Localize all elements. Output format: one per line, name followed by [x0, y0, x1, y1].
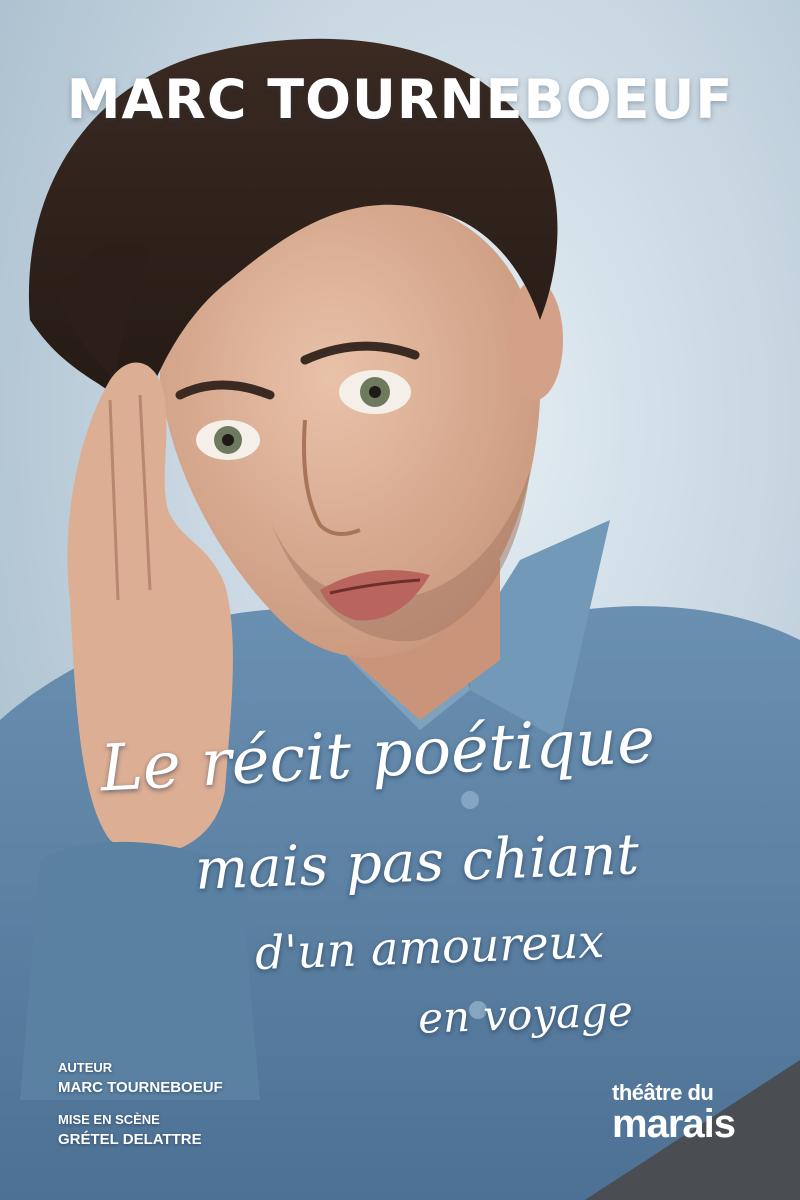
poster: MARC TOURNEBOEUF Le récit poétique mais …: [0, 0, 800, 1200]
venue-logo-line-1: théâtre du: [612, 1080, 714, 1105]
shirt-button: [461, 791, 479, 809]
portrait-photo: [0, 38, 800, 1200]
credits-block: AUTEUR MARC TOURNEBOEUF MISE EN SCÈNE GR…: [58, 1058, 223, 1150]
page-title: MARC TOURNEBOEUF: [66, 68, 734, 131]
tagline-line-4: en voyage: [417, 986, 634, 1043]
venue-logo-line-2: marais: [612, 1102, 736, 1146]
director-name: GRÉTEL DELATTRE: [58, 1131, 202, 1148]
author-label: AUTEUR: [58, 1060, 113, 1075]
venue-logo: théâtre du marais: [612, 1080, 736, 1146]
director-label: MISE EN SCÈNE: [58, 1112, 160, 1127]
author-name: MARC TOURNEBOEUF: [58, 1079, 223, 1096]
